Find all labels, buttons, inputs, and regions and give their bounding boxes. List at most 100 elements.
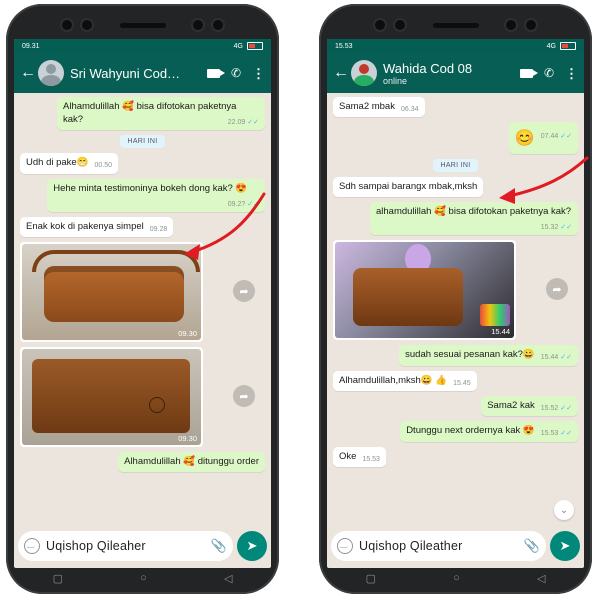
more-vert-icon[interactable]: ⋮ [565,67,578,80]
message-row: Udh di pake😁 00.50 [20,153,265,174]
status-bar: 15.53 4G [327,39,584,53]
message-time: 09.30 [178,434,197,444]
back-arrow-icon[interactable]: ← [333,65,349,81]
forward-icon[interactable]: ➦ [233,280,255,303]
message-bubble-out[interactable]: Sama2 kak 15.52 ✓✓ [481,395,578,417]
attach-icon[interactable]: 📎 [211,538,227,554]
recents-icon[interactable]: ▢ [53,572,63,585]
message-row: Alhamdulillah,mksh😀 👍 15.45 [333,370,578,391]
chat-header: ← Sri Wahyuni Cod… ✆ ⋮ [14,53,271,93]
recents-icon[interactable]: ▢ [366,572,376,585]
phone-call-icon[interactable]: ✆ [231,66,241,80]
message-bubble-out[interactable]: sudah sesuai pesanan kak?😀 15.44 ✓✓ [399,345,578,366]
read-ticks-icon: ✓✓ [560,404,572,412]
contact-name: Sri Wahyuni Cod… [70,65,181,81]
photo-message[interactable]: 09.30 [20,347,203,448]
message-time: 22.09 [227,118,246,126]
message-time: 00.50 [94,162,113,170]
chat-header: ← Wahida Cod 08 online ✆ ⋮ [327,53,584,93]
message-time: 09.2? [227,200,246,208]
send-icon[interactable]: ➤ [237,531,267,561]
back-arrow-icon[interactable]: ← [20,65,36,81]
compose-bar: Uqishop Qileather 📎 ➤ [331,530,580,562]
emoji-icon[interactable] [24,538,40,554]
nav-back-icon[interactable]: ◁ [224,572,232,585]
contact-info[interactable]: Sri Wahyuni Cod… [70,66,207,81]
more-vert-icon[interactable]: ⋮ [252,67,265,80]
message-text: Enak kok di pakenya simpel [26,220,144,232]
video-call-icon[interactable] [206,68,225,78]
emoji-icon[interactable] [337,538,353,554]
photo-message-row: 09.30 ➦ [20,242,265,343]
avatar[interactable] [351,60,377,86]
read-ticks-icon: ✓✓ [247,118,259,126]
message-bubble-out[interactable]: alhamdulillah 🥰 bisa difotokan paketnya … [370,201,578,236]
forward-icon[interactable]: ➦ [546,278,568,301]
status-time: 09.31 [22,42,40,50]
message-row: Sdh sampai barangx mbak,mksh [333,177,578,197]
message-text: Alhamdulillah 🥰 ditunggu order [124,456,259,468]
message-bubble-out[interactable]: 😊 07.44 ✓✓ [508,122,578,155]
screen-left: 09.31 4G ← Sri Wahyuni Cod… ✆ ⋮ Alhamdul… [14,39,271,568]
message-bubble-in[interactable]: Oke 15.53 [333,446,386,468]
message-input[interactable]: Uqishop Qileather 📎 [331,531,546,561]
message-time: 09.30 [178,329,197,339]
read-ticks-icon: ✓✓ [247,200,259,208]
chat-area: Alhamdulillah 🥰 bisa difotokan paketnya … [14,93,271,518]
forward-icon[interactable]: ➦ [233,385,255,408]
earpiece-speaker [432,23,479,28]
message-text: Sama2 kak [487,399,535,411]
home-icon[interactable]: ○ [453,572,460,584]
message-bubble-out[interactable]: Hehe minta testimoninya bokeh dong kak? … [47,178,265,212]
send-icon[interactable]: ➤ [550,531,580,561]
message-row: Oke 15.53 [333,446,578,468]
day-separator-row: HARI INI [333,159,578,173]
battery-icon [560,42,576,50]
message-bubble-out[interactable]: Alhamdulillah 🥰 bisa difotokan paketnya … [57,97,265,131]
scroll-to-bottom-button[interactable]: ⌄ [554,500,574,520]
phone-top-bezel [319,14,592,38]
read-ticks-icon: ✓✓ [560,223,572,231]
message-time: 15.44 [491,327,510,337]
message-row: Sama2 kak 15.52 ✓✓ [333,395,578,417]
message-bubble-out[interactable]: Dtunggu next ordernya kak 😍 15.53 ✓✓ [400,421,578,442]
message-bubble-in[interactable]: Alhamdulillah,mksh😀 👍 15.45 [333,370,477,391]
day-separator: HARI INI [433,159,478,173]
status-time: 15.53 [335,42,353,50]
message-text: sudah sesuai pesanan kak?😀 [405,349,535,361]
battery-icon [247,42,263,50]
message-bubble-in[interactable]: Enak kok di pakenya simpel 09.28 [20,216,174,238]
contact-info[interactable]: Wahida Cod 08 online [383,61,520,86]
message-time: 15.53 [540,430,559,438]
system-nav-bar: ▢ ○ ◁ [327,568,584,588]
contact-name: Wahida Cod 08 [383,60,473,76]
message-bubble-in[interactable]: Sama2 mbak 06.34 [333,97,425,118]
phone-call-icon[interactable]: ✆ [544,66,554,80]
message-time: 15.32 [540,223,559,231]
message-input[interactable]: Uqishop Qileaher 📎 [18,531,233,561]
message-bubble-in[interactable]: Udh di pake😁 00.50 [20,153,119,174]
message-row: Enak kok di pakenya simpel 09.28 [20,216,265,238]
message-bubble-in[interactable]: Sdh sampai barangx mbak,mksh [333,177,484,197]
chat-area: Sama2 mbak 06.34 😊 07.44 ✓✓ HARI INI Sdh … [327,93,584,518]
message-row: Sama2 mbak 06.34 [333,97,578,118]
photo-message[interactable]: 15.44 [333,240,516,341]
message-time: 15.52 [540,404,559,412]
nav-back-icon[interactable]: ◁ [537,572,545,585]
phone-top-bezel [6,14,279,38]
avatar[interactable] [38,60,64,86]
photo-message-row: 09.30 ➦ [20,347,265,448]
message-time: 06.34 [400,106,419,113]
message-time: 09.28 [149,225,168,233]
message-row: Alhamdulillah 🥰 ditunggu order [20,452,265,473]
photo-message[interactable]: 09.30 [20,242,203,343]
message-bubble-out[interactable]: Alhamdulillah 🥰 ditunggu order [118,452,265,473]
day-separator-row: HARI INI [20,135,265,149]
message-text: alhamdulillah 🥰 bisa difotokan paketnya … [376,205,572,217]
home-icon[interactable]: ○ [140,572,147,584]
attach-icon[interactable]: 📎 [524,538,540,554]
video-call-icon[interactable] [519,68,538,78]
leather-bag-photo [335,242,514,339]
compose-bar: Uqishop Qileaher 📎 ➤ [18,530,267,562]
message-row: Alhamdulillah 🥰 bisa difotokan paketnya … [20,97,265,131]
